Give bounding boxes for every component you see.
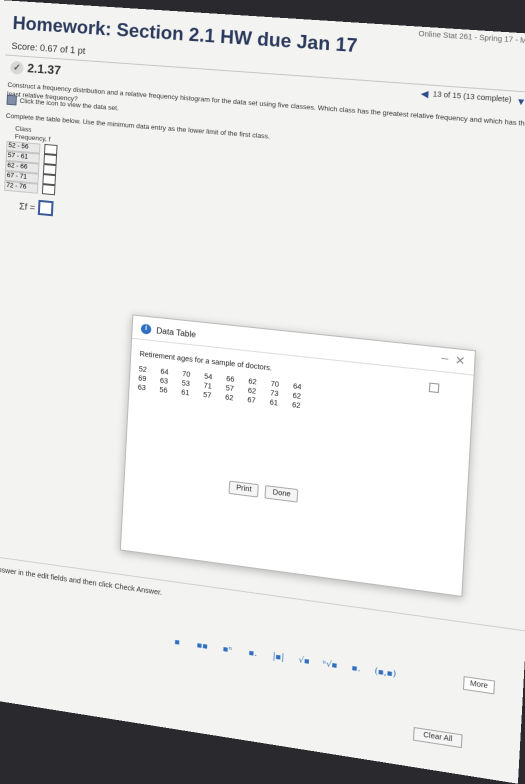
score-label: Score: 0.67 of 1 pt <box>11 40 86 57</box>
question-number-label: 2.1.37 <box>27 61 62 78</box>
sum-frequency-input[interactable] <box>37 199 54 217</box>
interval-tool-icon[interactable]: (▪,▪) <box>374 666 396 679</box>
data-table-dialog: i Data Table – ✕ Retirement ages for a s… <box>119 314 477 598</box>
data-cell: 61 <box>269 399 279 408</box>
dialog-controls: – ✕ <box>441 352 466 368</box>
data-cell: 57 <box>202 391 212 400</box>
question-progress[interactable]: 13 of 15 (13 complete) <box>433 91 512 104</box>
nth-root-tool-icon[interactable]: ⁿ√▪ <box>322 659 338 672</box>
frequency-input[interactable] <box>41 184 56 196</box>
data-cell: 67 <box>247 396 256 406</box>
previous-question-icon[interactable]: ◀ <box>420 88 428 100</box>
copy-icon[interactable] <box>428 382 440 394</box>
exponent-tool-icon[interactable]: ▪ⁿ <box>220 644 235 656</box>
decimal-tool-icon[interactable]: ▪. <box>245 647 260 659</box>
done-button[interactable]: Done <box>264 485 299 503</box>
data-grid-icon[interactable] <box>6 94 17 106</box>
data-cell: 63 <box>137 384 146 393</box>
minimize-icon[interactable]: – <box>441 352 449 366</box>
clear-all-button[interactable]: Clear All <box>412 726 463 749</box>
course-label: Online Stat 261 - Spring 17 - Mason <box>418 30 525 47</box>
decimal-point-tool-icon[interactable]: ▪. <box>348 662 364 675</box>
partial-credit-icon: ✓ <box>10 60 24 75</box>
more-button[interactable]: More <box>462 676 496 695</box>
dialog-title: i Data Table <box>140 323 197 340</box>
data-cell: 62 <box>224 394 234 403</box>
data-cell: 61 <box>181 389 190 398</box>
data-cell: 62 <box>291 401 301 411</box>
homework-screen: Online Stat 261 - Spring 17 - Mason Home… <box>0 0 525 784</box>
absolute-value-tool-icon[interactable]: |▪| <box>271 651 287 664</box>
mixed-number-tool-icon[interactable]: ▪▪ <box>195 640 210 652</box>
frequency-table: 52 - 56 57 - 61 62 - 66 67 - 71 72 - 76 <box>4 140 58 196</box>
math-toolbar: ▪ ▪▪ ▪ⁿ ▪. |▪| √▪ ⁿ√▪ ▪. (▪,▪) <box>170 636 396 679</box>
square-root-tool-icon[interactable]: √▪ <box>296 655 312 668</box>
info-icon: i <box>140 323 152 335</box>
dialog-buttons: Print Done <box>228 480 299 503</box>
class-label: 72 - 76 <box>4 180 39 194</box>
fraction-tool-icon[interactable]: ▪ <box>170 636 185 648</box>
dialog-title-text: Data Table <box>156 325 197 340</box>
close-icon[interactable]: ✕ <box>455 353 466 368</box>
sum-row: Σf = <box>18 198 54 217</box>
print-button[interactable]: Print <box>228 480 260 498</box>
question-dropdown-icon[interactable]: ▼ <box>516 95 525 106</box>
data-values-table: 52 64 70 54 66 62 70 64 69 63 53 71 57 6… <box>138 365 316 413</box>
sum-label: Σf = <box>18 200 36 213</box>
question-number: ✓ 2.1.37 <box>10 60 61 78</box>
data-cell: 56 <box>159 386 168 395</box>
